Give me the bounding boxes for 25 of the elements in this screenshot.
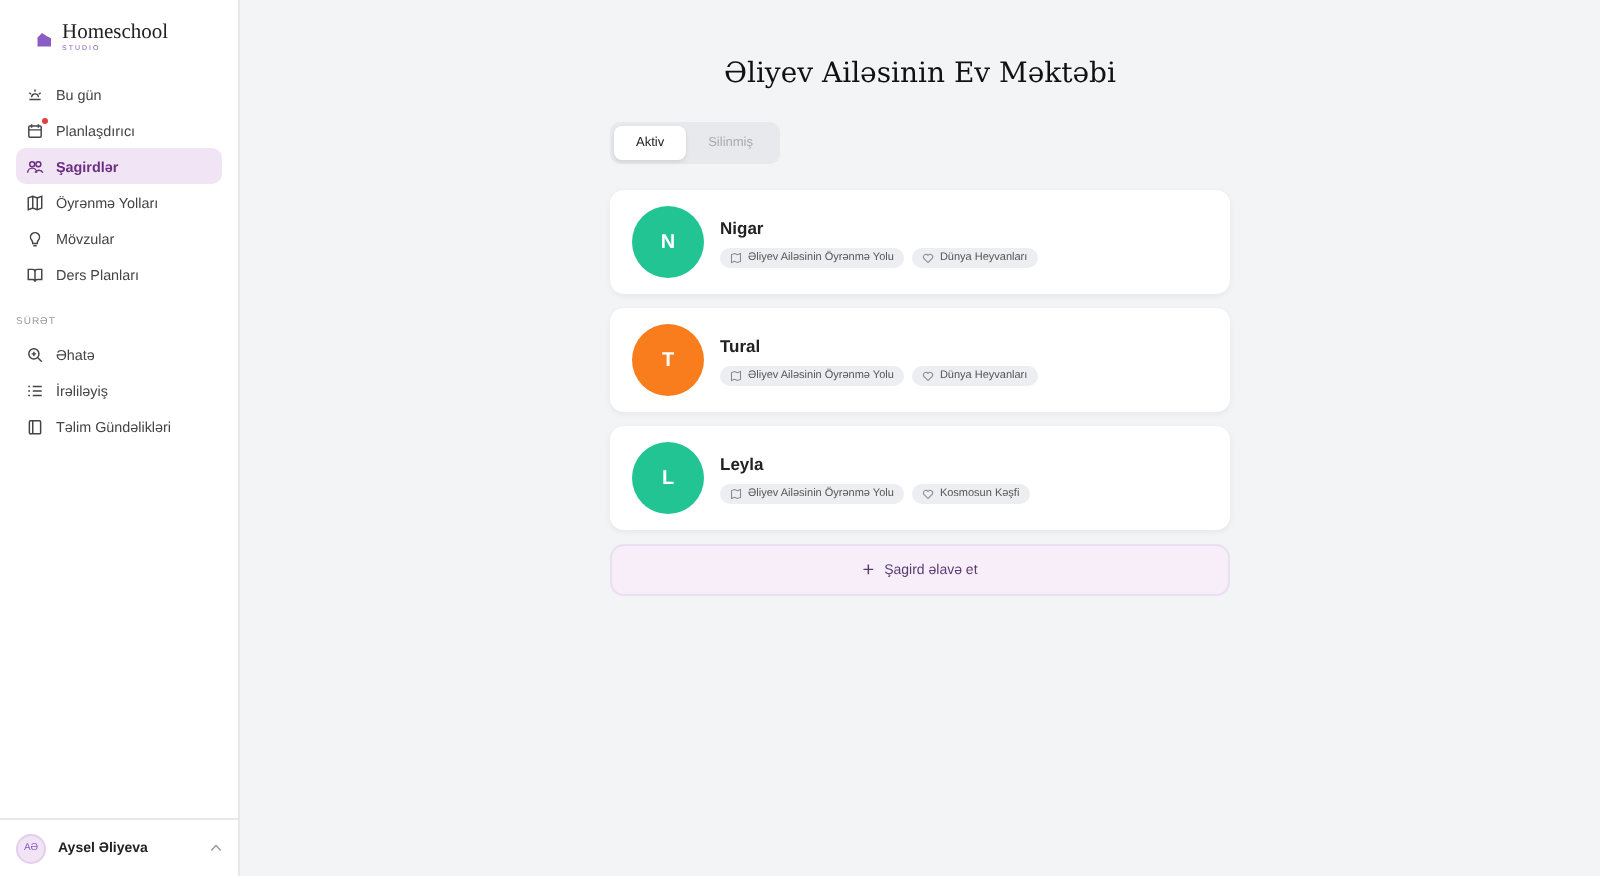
notebook-icon	[26, 417, 44, 435]
sun-icon	[26, 85, 44, 103]
logo-text: Homeschool	[62, 24, 169, 45]
zoom-icon	[26, 345, 44, 363]
student-avatar: L	[632, 442, 704, 514]
student-name: Leyla	[720, 453, 766, 473]
calendar-icon	[26, 121, 44, 139]
student-avatar: N	[632, 206, 704, 278]
list-icon	[26, 381, 44, 399]
student-avatar: T	[632, 324, 704, 396]
map-icon	[730, 369, 742, 381]
map-icon	[730, 251, 742, 263]
student-name: Tural	[720, 335, 763, 355]
heart-icon	[921, 251, 934, 263]
lightbulb-icon	[26, 229, 44, 247]
student-name: Nigar	[720, 217, 766, 237]
logo-icon	[36, 29, 54, 47]
map-icon	[730, 487, 742, 499]
users-icon	[26, 157, 44, 175]
map-icon	[26, 193, 44, 211]
chevron-icon	[210, 844, 222, 852]
page-title: Əliyev Ailəsinin Ev Məktəbi	[722, 58, 1118, 90]
heart-icon	[921, 369, 934, 381]
heart-icon	[921, 487, 934, 499]
book-icon	[26, 265, 44, 283]
